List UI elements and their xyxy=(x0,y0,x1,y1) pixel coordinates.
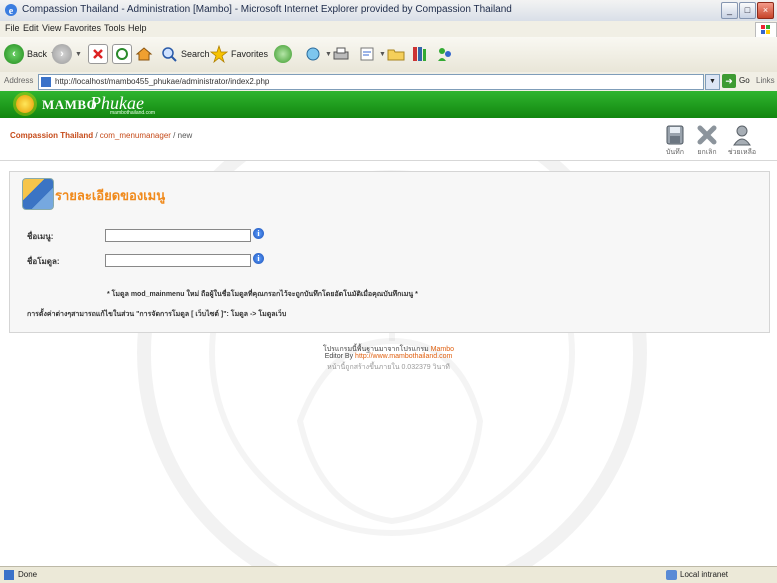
menu-bar: File Edit View Favorites Tools Help xyxy=(0,21,777,38)
chevron-down-icon: ▼ xyxy=(325,50,332,58)
search-button[interactable]: Search xyxy=(160,43,210,65)
pathway-bar: Compassion Thailand / com_menumanager / … xyxy=(0,118,777,161)
page-viewport: MAMBO Phukae mambothailand.com Compassio… xyxy=(0,91,777,566)
menu-name-input[interactable] xyxy=(105,229,251,242)
breadcrumb-component[interactable]: com_menumanager xyxy=(100,131,171,140)
site-header: MAMBO Phukae mambothailand.com xyxy=(0,91,777,118)
refresh-button[interactable] xyxy=(112,43,132,65)
print-button[interactable] xyxy=(332,43,350,65)
star-icon xyxy=(209,44,229,64)
cancel-label: ยกเลิก xyxy=(697,149,717,156)
save-button[interactable]: บันทึก xyxy=(660,124,690,158)
forward-arrow-icon: › xyxy=(52,44,72,64)
save-label: บันทึก xyxy=(665,149,685,156)
chevron-down-icon: ▼ xyxy=(379,50,386,58)
mail-icon xyxy=(304,45,322,63)
close-button[interactable]: × xyxy=(757,2,774,19)
mambothailand-link[interactable]: http://www.mambothailand.com xyxy=(355,353,452,360)
stop-button[interactable] xyxy=(88,43,108,65)
browser-toolbar: ‹ Back ▼ › ▼ Search Favorites xyxy=(0,37,777,73)
go-button[interactable]: Go xyxy=(739,76,750,85)
footer-line2: Editor By http://www.mambothailand.com xyxy=(324,353,453,360)
breadcrumb: Compassion Thailand / com_menumanager / … xyxy=(10,131,193,140)
help-button[interactable]: ช่วยเหลือ xyxy=(727,124,757,158)
search-label: Search xyxy=(181,49,210,59)
forward-button[interactable]: › ▼ xyxy=(52,43,82,65)
menu-file[interactable]: File xyxy=(5,23,20,33)
page-icon xyxy=(41,77,51,87)
ie-logo-icon: e xyxy=(4,3,18,17)
address-bar: Address http://localhost/mambo455_phukae… xyxy=(0,72,777,92)
favorites-label: Favorites xyxy=(231,49,269,59)
address-input[interactable]: http://localhost/mambo455_phukae/adminis… xyxy=(38,74,704,90)
logo-subtitle: mambothailand.com xyxy=(110,110,156,116)
home-icon xyxy=(135,45,153,63)
history-button[interactable] xyxy=(274,43,292,65)
address-label: Address xyxy=(4,76,34,85)
window-title-bar: e Compassion Thailand - Administration [… xyxy=(0,0,777,22)
edit-button[interactable]: ▼ xyxy=(358,43,386,65)
messenger-icon xyxy=(436,45,454,63)
research-icon xyxy=(410,45,428,63)
status-bar: Done Local intranet xyxy=(0,566,777,583)
module-name-label: ชื่อโมดูล: xyxy=(27,257,60,266)
breadcrumb-site[interactable]: Compassion Thailand xyxy=(10,131,93,140)
save-icon xyxy=(664,124,686,146)
mambo-link[interactable]: Mambo xyxy=(431,346,454,353)
svg-text:e: e xyxy=(9,6,14,17)
back-arrow-icon: ‹ xyxy=(4,44,24,64)
stop-icon xyxy=(88,44,108,64)
menu-manager-icon xyxy=(22,178,54,210)
menu-favorites[interactable]: Favorites xyxy=(64,23,101,33)
info-icon[interactable]: i xyxy=(253,253,264,264)
intranet-icon xyxy=(666,570,677,580)
edit-icon xyxy=(358,45,376,63)
messenger-button[interactable] xyxy=(436,43,454,65)
favorites-button[interactable]: Favorites xyxy=(209,43,269,65)
page-icon xyxy=(4,570,14,580)
back-label: Back xyxy=(27,49,48,59)
note-autosave: * โมดูล mod_mainmenu ใหม่ ถือผู้ในชื่อโม… xyxy=(107,291,418,298)
research-button[interactable] xyxy=(410,43,428,65)
address-dropdown-button[interactable]: ▼ xyxy=(705,74,720,90)
minimize-button[interactable]: _ xyxy=(721,2,738,19)
footer-line3: หน้านี้ถูกสร้างขึ้นภายใน 0.032379 วินาที xyxy=(327,364,450,371)
print-icon xyxy=(332,45,350,63)
folder-button[interactable] xyxy=(387,43,405,65)
security-zone: Local intranet xyxy=(680,570,729,579)
logo-mambo: MAMBO xyxy=(42,97,98,112)
maximize-button[interactable]: □ xyxy=(739,2,756,19)
menu-tools[interactable]: Tools xyxy=(104,23,125,33)
home-button[interactable] xyxy=(135,43,153,65)
mail-button[interactable]: ▼ xyxy=(304,43,332,65)
note-settings: การตั้งค่าต่างๆสามารถแก้ไขในส่วน "การจัด… xyxy=(27,311,287,318)
status-text: Done xyxy=(18,570,38,579)
refresh-icon xyxy=(112,44,132,64)
menu-details-panel: รายละเอียดของเมนู ชื่อเมนู: i ชื่อโมดูล:… xyxy=(9,171,770,333)
sun-logo-icon xyxy=(16,95,34,113)
address-url: http://localhost/mambo455_phukae/adminis… xyxy=(55,77,270,86)
page-title: รายละเอียดของเมนู xyxy=(55,188,166,203)
menu-edit[interactable]: Edit xyxy=(23,23,39,33)
back-button[interactable]: ‹ Back ▼ xyxy=(4,43,57,65)
search-icon xyxy=(160,45,178,63)
window-title: Compassion Thailand - Administration [Ma… xyxy=(22,4,512,15)
info-icon[interactable]: i xyxy=(253,228,264,239)
links-button[interactable]: Links xyxy=(756,76,775,85)
go-arrow-icon[interactable]: ➜ xyxy=(722,74,736,88)
folder-icon xyxy=(387,45,405,63)
menu-help[interactable]: Help xyxy=(128,23,147,33)
menu-name-label: ชื่อเมนู: xyxy=(27,232,54,241)
help-label: ช่วยเหลือ xyxy=(727,149,757,156)
cancel-button[interactable]: ยกเลิก xyxy=(692,124,722,158)
windows-logo-icon xyxy=(755,22,777,38)
cancel-icon xyxy=(696,124,718,146)
breadcrumb-page: new xyxy=(177,131,193,140)
history-icon xyxy=(274,45,292,63)
menu-view[interactable]: View xyxy=(42,23,61,33)
help-icon xyxy=(731,124,753,146)
chevron-down-icon: ▼ xyxy=(75,50,82,58)
module-name-input[interactable] xyxy=(105,254,251,267)
